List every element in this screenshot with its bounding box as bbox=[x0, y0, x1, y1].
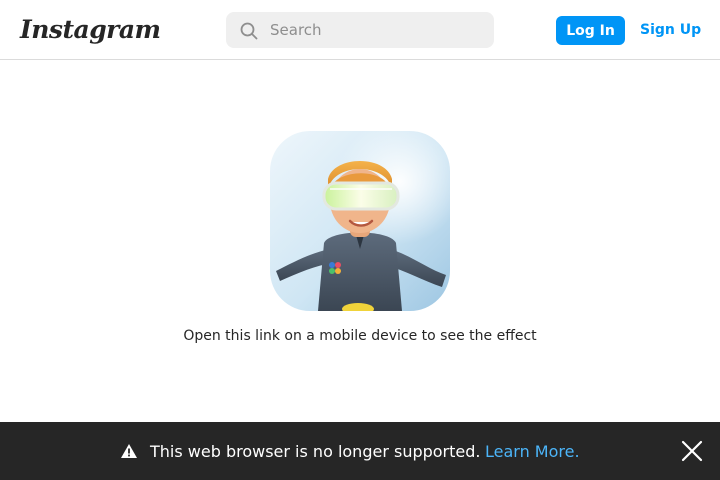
sign-up-link[interactable]: Sign Up bbox=[640, 20, 706, 40]
learn-more-link[interactable]: Learn More. bbox=[485, 441, 580, 463]
effect-preview-image bbox=[270, 131, 450, 311]
effect-caption: Open this link on a mobile device to see… bbox=[183, 328, 537, 344]
search-icon bbox=[240, 22, 258, 40]
log-in-button[interactable]: Log In bbox=[556, 16, 625, 45]
close-icon[interactable] bbox=[680, 439, 704, 463]
warning-icon bbox=[121, 444, 137, 458]
top-navigation-bar: Instagram Log In Sign Up bbox=[0, 0, 720, 60]
search-input[interactable] bbox=[270, 12, 480, 48]
instagram-logo[interactable]: Instagram bbox=[20, 13, 161, 47]
effect-avatar-illustration bbox=[270, 131, 450, 311]
search-box[interactable] bbox=[226, 12, 494, 48]
unsupported-browser-banner: This web browser is no longer supported.… bbox=[0, 422, 720, 480]
unsupported-browser-message: This web browser is no longer supported. bbox=[150, 442, 481, 461]
